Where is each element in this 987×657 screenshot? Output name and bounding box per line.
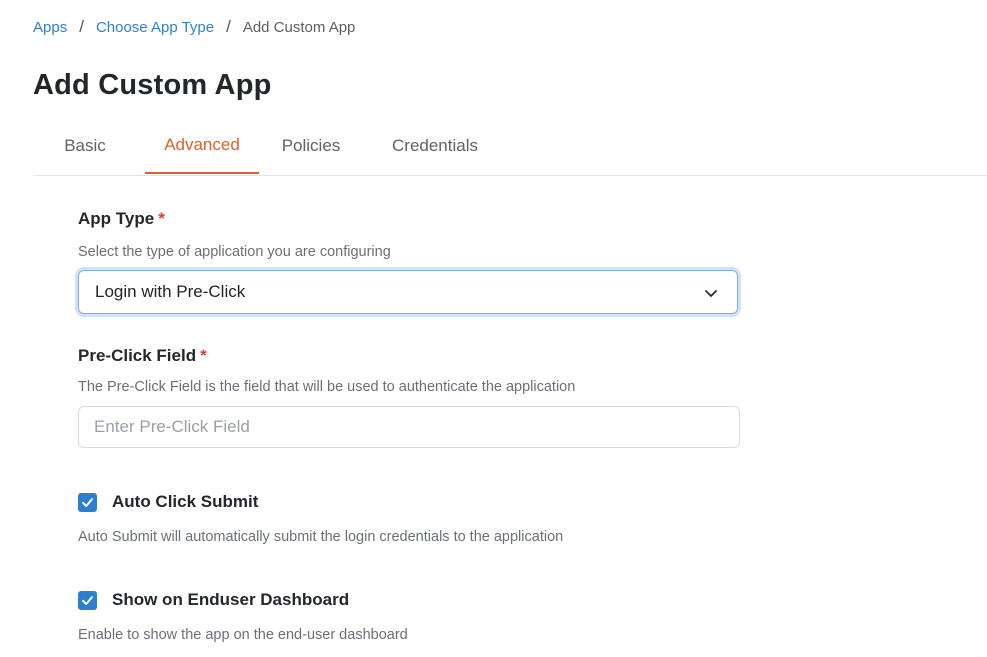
show-on-dashboard-row: Show on Enduser Dashboard bbox=[78, 590, 349, 610]
required-mark: * bbox=[200, 346, 207, 365]
tab-credentials[interactable]: Credentials bbox=[371, 118, 499, 174]
app-type-label-text: App Type bbox=[78, 209, 155, 228]
breadcrumb-apps-link[interactable]: Apps bbox=[33, 19, 67, 36]
breadcrumb-current: Add Custom App bbox=[242, 18, 356, 36]
required-mark: * bbox=[158, 209, 165, 228]
checkmark-icon bbox=[82, 595, 93, 605]
checkmark-icon bbox=[82, 497, 93, 507]
breadcrumb-separator: / bbox=[79, 17, 84, 36]
show-on-dashboard-help: Enable to show the app on the end-user d… bbox=[78, 627, 408, 643]
tab-advanced[interactable]: Advanced bbox=[145, 118, 259, 174]
auto-click-submit-label[interactable]: Auto Click Submit bbox=[112, 492, 258, 512]
auto-click-submit-row: Auto Click Submit bbox=[78, 492, 258, 512]
show-on-dashboard-label[interactable]: Show on Enduser Dashboard bbox=[112, 590, 349, 610]
tab-basic[interactable]: Basic bbox=[33, 118, 137, 174]
pre-click-field-input[interactable] bbox=[78, 406, 740, 448]
app-type-label: App Type * bbox=[78, 209, 165, 229]
chevron-down-icon bbox=[705, 290, 717, 297]
app-type-select[interactable]: Login with Pre-Click bbox=[78, 270, 738, 314]
auto-click-submit-help: Auto Submit will automatically submit th… bbox=[78, 529, 564, 545]
pre-click-field-label-text: Pre-Click Field bbox=[78, 346, 197, 365]
tab-bar: Basic Advanced Policies Credentials bbox=[33, 118, 987, 176]
pre-click-field-help: The Pre-Click Field is the field that wi… bbox=[78, 379, 576, 395]
breadcrumb: Apps / Choose App Type / Add Custom App bbox=[33, 17, 355, 37]
pre-click-field-label: Pre-Click Field * bbox=[78, 346, 207, 366]
auto-click-submit-checkbox[interactable] bbox=[78, 492, 97, 512]
app-type-select-value: Login with Pre-Click bbox=[95, 282, 246, 301]
breadcrumb-separator: / bbox=[226, 17, 231, 36]
app-type-help: Select the type of application you are c… bbox=[78, 244, 391, 260]
page-title: Add Custom App bbox=[33, 69, 272, 101]
breadcrumb-choose-app-type-link[interactable]: Choose App Type bbox=[96, 19, 214, 36]
show-on-dashboard-checkbox[interactable] bbox=[78, 590, 97, 610]
tab-policies[interactable]: Policies bbox=[259, 118, 363, 174]
